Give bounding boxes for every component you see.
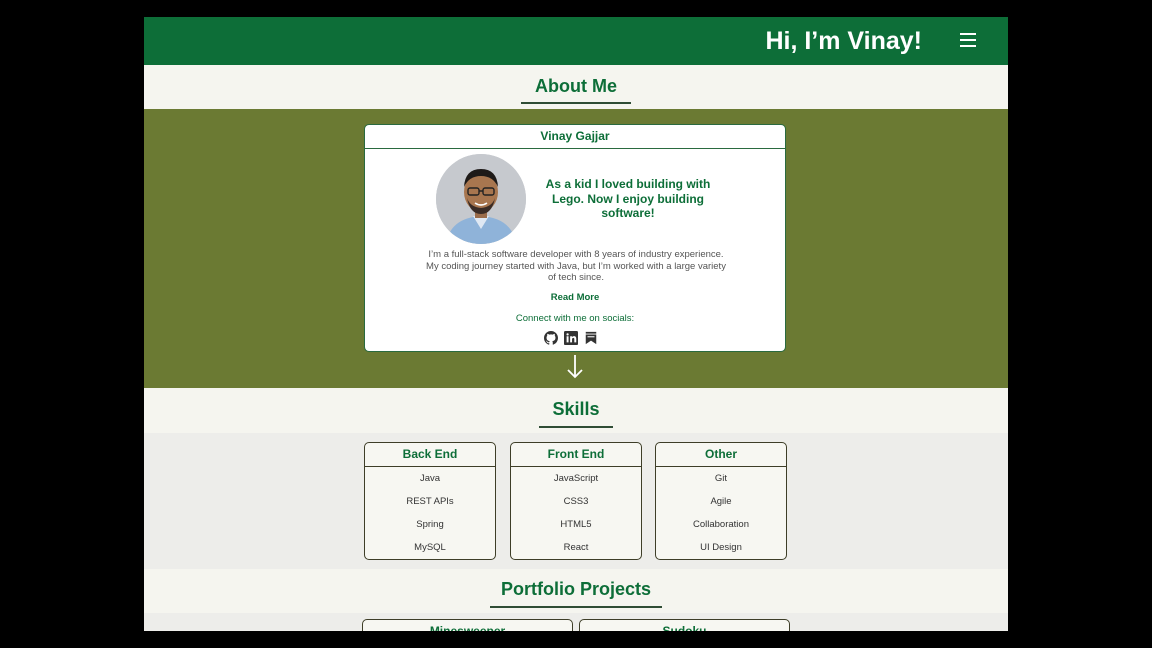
project-card-sudoku[interactable]: Sudoku bbox=[579, 619, 790, 631]
skill-item: CSS3 bbox=[563, 496, 589, 507]
portfolio-page: Hi, I’m Vinay! About Me Vinay Gajjar As … bbox=[144, 17, 1008, 631]
skills-heading-underline bbox=[539, 426, 613, 428]
projects-heading-underline bbox=[490, 606, 662, 608]
skills-heading: Skills bbox=[552, 399, 600, 419]
profile-tagline: As a kid I loved building with Lego. Now… bbox=[545, 177, 711, 220]
skill-card-title: Other bbox=[656, 443, 786, 467]
project-card-minesweeper[interactable]: Minesweeper bbox=[362, 619, 573, 631]
skill-item: Java bbox=[419, 473, 441, 484]
skill-card-back-end: Back End Java REST APIs Spring MySQL bbox=[364, 442, 496, 560]
bookmark-icon[interactable] bbox=[584, 331, 598, 345]
about-section-header: About Me bbox=[144, 73, 1008, 104]
about-section: Vinay Gajjar As a kid I loved building w… bbox=[144, 109, 1008, 388]
skills-section: Back End Java REST APIs Spring MySQL Fro… bbox=[144, 433, 1008, 569]
skill-item: MySQL bbox=[414, 542, 446, 553]
skill-item: React bbox=[563, 542, 589, 553]
github-icon[interactable] bbox=[544, 331, 559, 345]
read-more-link[interactable]: Read More bbox=[365, 292, 785, 303]
social-links bbox=[544, 331, 606, 345]
skills-section-header: Skills bbox=[144, 396, 1008, 428]
skill-item: Git bbox=[714, 473, 728, 484]
profile-bio: I’m a full-stack software developer with… bbox=[426, 249, 726, 284]
arrow-down-icon[interactable] bbox=[565, 353, 585, 386]
skill-item: UI Design bbox=[700, 542, 742, 553]
hamburger-menu-icon[interactable] bbox=[960, 33, 976, 47]
skill-item: REST APIs bbox=[406, 496, 454, 507]
skill-item: HTML5 bbox=[560, 519, 592, 530]
profile-card: Vinay Gajjar As a kid I loved building w… bbox=[364, 124, 786, 352]
skill-item: Spring bbox=[416, 519, 444, 530]
projects-section: Minesweeper Sudoku bbox=[144, 613, 1008, 631]
site-header: Hi, I’m Vinay! bbox=[144, 17, 1008, 65]
projects-section-header: Portfolio Projects bbox=[144, 576, 1008, 608]
skill-item: JavaScript bbox=[553, 473, 599, 484]
projects-heading: Portfolio Projects bbox=[500, 579, 652, 599]
linkedin-icon[interactable] bbox=[564, 331, 578, 345]
skill-card-other: Other Git Agile Collaboration UI Design bbox=[655, 442, 787, 560]
profile-name: Vinay Gajjar bbox=[365, 125, 785, 149]
avatar bbox=[436, 154, 526, 244]
skill-item: Agile bbox=[710, 496, 732, 507]
site-title: Hi, I’m Vinay! bbox=[765, 27, 922, 55]
connect-socials-label: Connect with me on socials: bbox=[515, 313, 635, 324]
about-heading-underline bbox=[521, 102, 631, 104]
skill-card-title: Back End bbox=[365, 443, 495, 467]
skill-card-title: Front End bbox=[511, 443, 641, 467]
skill-item: Collaboration bbox=[693, 519, 749, 530]
skill-card-front-end: Front End JavaScript CSS3 HTML5 React bbox=[510, 442, 642, 560]
about-heading: About Me bbox=[535, 76, 617, 96]
